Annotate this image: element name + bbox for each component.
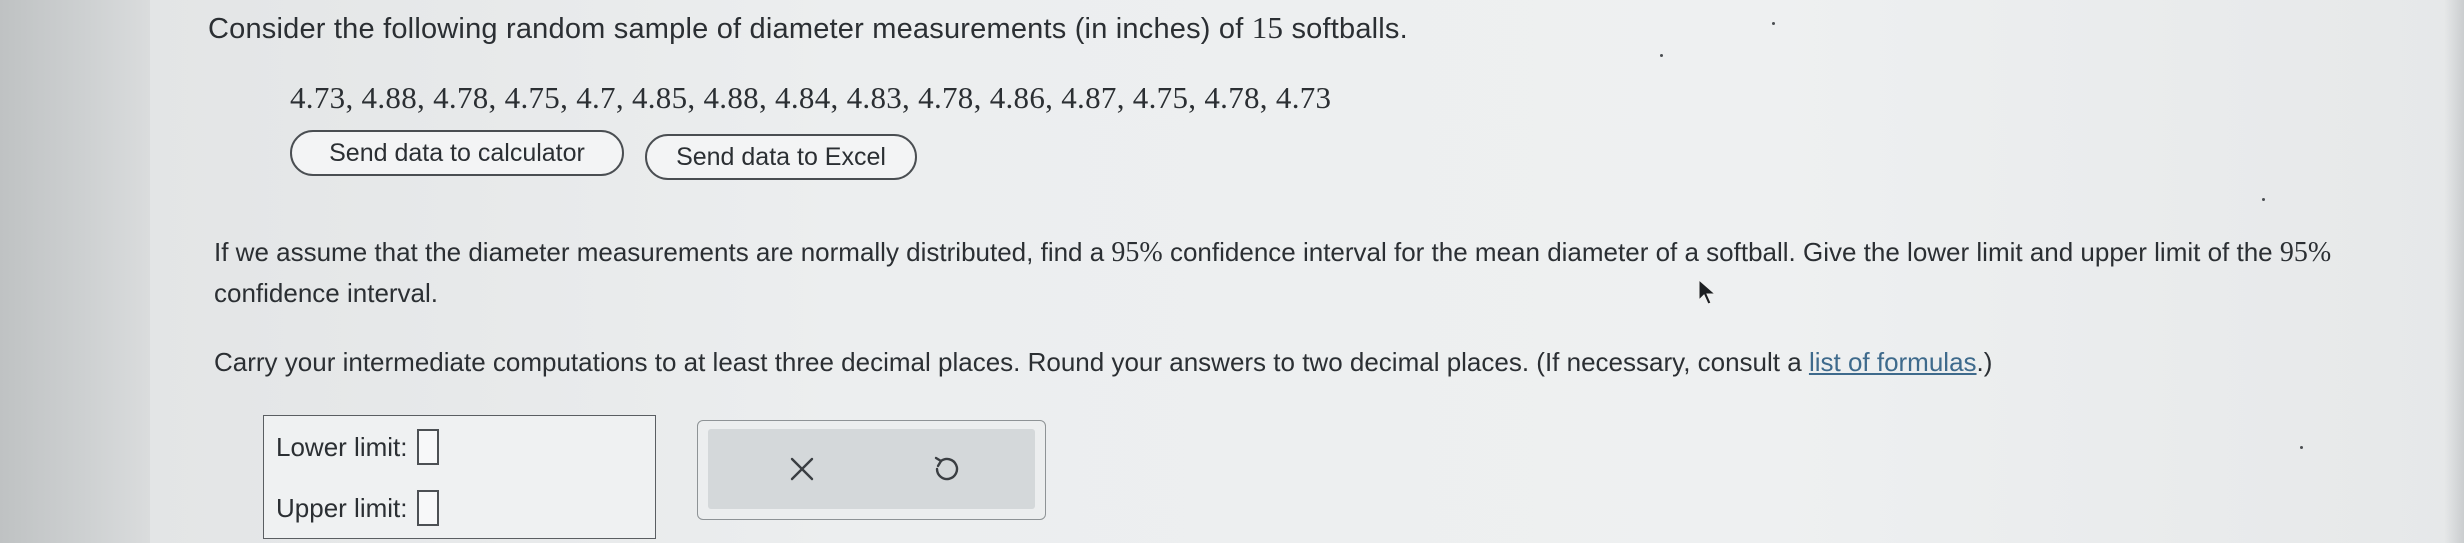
question-part2: confidence interval for the mean diamete… [1162, 237, 2280, 267]
list-of-formulas-link[interactable]: list of formulas [1809, 347, 1977, 377]
screen-speck [1660, 54, 1663, 57]
instructions-body: Carry your intermediate computations to … [214, 347, 1809, 377]
send-to-excel-button[interactable]: Send data to Excel [645, 134, 917, 180]
answer-toolbar [697, 420, 1046, 520]
answer-panel: Lower limit: Upper limit: [263, 415, 656, 539]
send-to-calculator-button[interactable]: Send data to calculator [290, 130, 624, 176]
screen-speck [1772, 22, 1775, 25]
question-intro: Consider the following random sample of … [208, 10, 1408, 46]
intro-text-before: Consider the following random sample of … [208, 13, 1252, 45]
undo-icon [934, 456, 959, 481]
sample-size: 15 [1251, 10, 1284, 45]
screen-speck [2262, 198, 2265, 201]
question-text: If we assume that the diameter measureme… [214, 232, 2444, 313]
instructions-end: .) [1976, 347, 1993, 377]
undo-button[interactable] [924, 447, 968, 491]
question-part3: confidence interval. [214, 278, 439, 308]
lower-limit-input[interactable] [417, 429, 440, 465]
lower-limit-row: Lower limit: [276, 429, 440, 465]
mouse-cursor-icon [1698, 278, 1717, 305]
confidence-level: 95% [1111, 237, 1163, 268]
confidence-level-2: 95% [2279, 237, 2332, 268]
x-icon [790, 457, 814, 481]
upper-limit-row: Upper limit: [276, 490, 440, 526]
intro-text-after: softballs. [1283, 13, 1408, 45]
upper-limit-input[interactable] [417, 490, 440, 526]
left-bezel [0, 0, 150, 543]
upper-limit-label: Upper limit: [276, 492, 408, 523]
screen-speck [2300, 446, 2303, 449]
clear-button[interactable] [780, 447, 824, 491]
answer-toolbar-inner [708, 429, 1035, 509]
question-part1: If we assume that the diameter measureme… [214, 237, 1112, 267]
data-values: 4.73, 4.88, 4.78, 4.75, 4.7, 4.85, 4.88,… [290, 80, 1332, 115]
lower-limit-label: Lower limit: [276, 431, 408, 462]
right-edge-shadow [2444, 0, 2464, 543]
instructions-text: Carry your intermediate computations to … [214, 342, 2444, 382]
